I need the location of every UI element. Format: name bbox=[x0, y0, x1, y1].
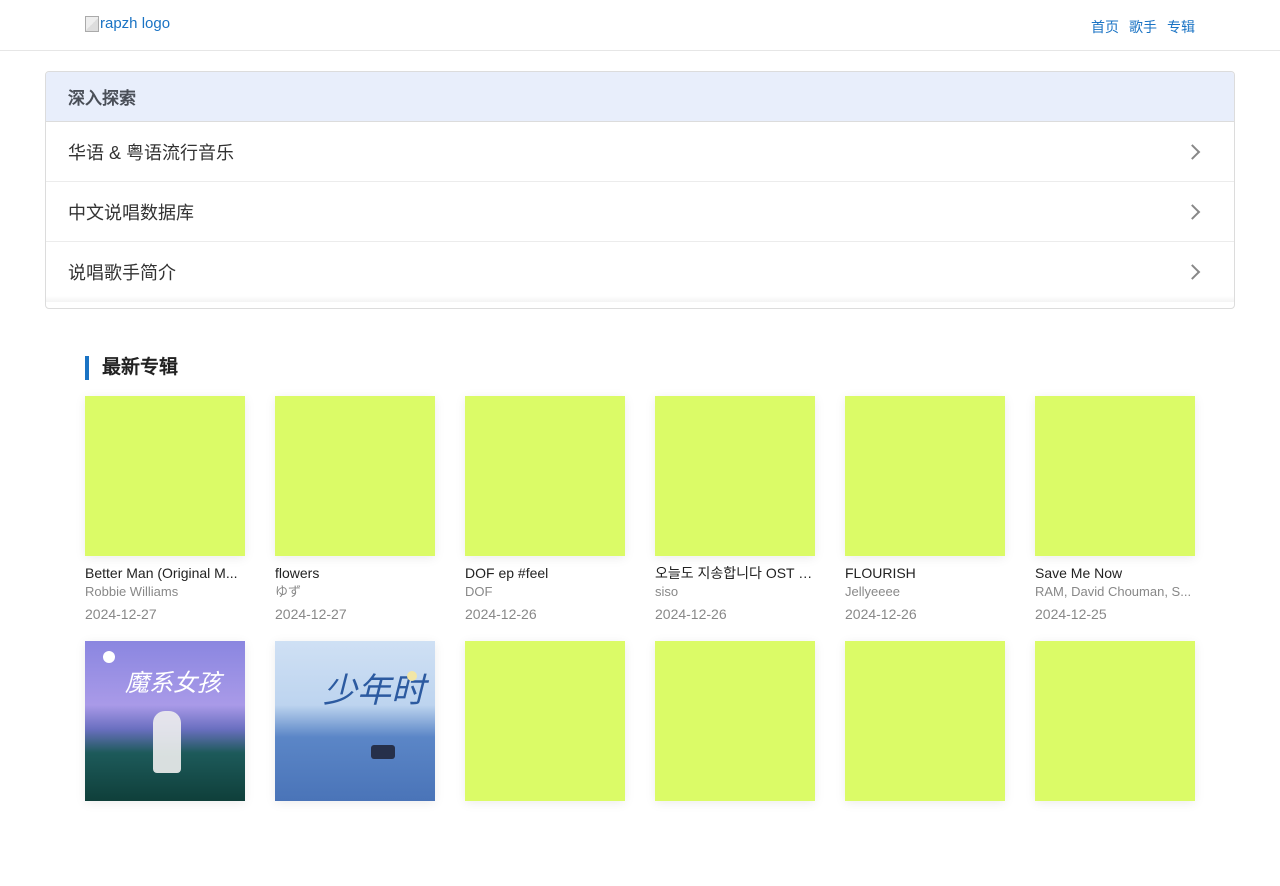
nav-artists-link[interactable]: 歌手 bbox=[1129, 17, 1157, 37]
album-date: 2024-12-27 bbox=[85, 606, 157, 622]
bench-graphic bbox=[371, 745, 395, 759]
album-cover[interactable] bbox=[845, 641, 1005, 801]
explore-item-label: 华语 & 粤语流行音乐 bbox=[68, 142, 235, 163]
album-card[interactable]: Save Me Now RAM, David Chouman, S... 202… bbox=[1035, 396, 1195, 641]
explore-panel-title: 深入探索 bbox=[46, 72, 1234, 122]
album-cover[interactable] bbox=[465, 396, 625, 556]
album-title[interactable]: FLOURISH bbox=[845, 564, 1005, 582]
album-title[interactable]: flowers bbox=[275, 564, 435, 582]
explore-item-rap-database[interactable]: 中文说唱数据库 bbox=[46, 182, 1234, 242]
album-date: 2024-12-26 bbox=[465, 606, 537, 622]
sun-graphic bbox=[407, 671, 417, 681]
album-cover[interactable]: 魔系女孩 bbox=[85, 641, 245, 801]
album-card[interactable]: 少年时 bbox=[275, 641, 435, 886]
album-card[interactable]: FLOURISH Jellyeeee 2024-12-26 bbox=[845, 396, 1005, 641]
album-card[interactable]: DOF ep #feel DOF 2024-12-26 bbox=[465, 396, 625, 641]
album-date: 2024-12-27 bbox=[275, 606, 347, 622]
album-title[interactable]: Save Me Now bbox=[1035, 564, 1195, 582]
album-cover[interactable] bbox=[845, 396, 1005, 556]
chevron-right-icon bbox=[1184, 264, 1201, 280]
album-cover[interactable] bbox=[1035, 641, 1195, 801]
album-card[interactable]: 오늘도 지송합니다 OST P... siso 2024-12-26 bbox=[655, 396, 815, 641]
album-card[interactable] bbox=[465, 641, 625, 886]
album-cover[interactable] bbox=[655, 396, 815, 556]
moon-graphic bbox=[103, 651, 115, 663]
album-title[interactable]: 오늘도 지송합니다 OST P... bbox=[655, 564, 815, 582]
album-card[interactable]: Better Man (Original M... Robbie William… bbox=[85, 396, 245, 641]
album-artist[interactable]: DOF bbox=[465, 583, 625, 601]
broken-image-icon bbox=[85, 15, 99, 32]
album-artist[interactable]: Robbie Williams bbox=[85, 583, 245, 601]
album-date: 2024-12-25 bbox=[1035, 606, 1107, 622]
explore-item-rapper-bios[interactable]: 说唱歌手简介 bbox=[46, 242, 1234, 302]
album-cover[interactable]: 少年时 bbox=[275, 641, 435, 801]
album-card[interactable]: flowers ゆず 2024-12-27 bbox=[275, 396, 435, 641]
album-date: 2024-12-26 bbox=[845, 606, 917, 622]
album-card[interactable] bbox=[655, 641, 815, 886]
explore-item-label: 说唱歌手简介 bbox=[68, 263, 176, 283]
album-artist[interactable]: ゆず bbox=[275, 583, 435, 601]
chevron-right-icon bbox=[1184, 143, 1201, 160]
album-cover[interactable] bbox=[655, 641, 815, 801]
album-title[interactable]: Better Man (Original M... bbox=[85, 564, 245, 582]
explore-item-pop[interactable]: 华语 & 粤语流行音乐 bbox=[46, 122, 1234, 182]
album-cover[interactable] bbox=[465, 641, 625, 801]
logo-alt-text: rapzh logo bbox=[100, 15, 171, 32]
album-card[interactable] bbox=[1035, 641, 1195, 886]
album-artist[interactable]: Jellyeeee bbox=[845, 583, 1005, 601]
album-cover[interactable] bbox=[1035, 396, 1195, 556]
cover-title-art: 魔系女孩 bbox=[125, 669, 221, 697]
explore-panel: 深入探索 华语 & 粤语流行音乐 中文说唱数据库 说唱歌手简介 bbox=[45, 71, 1235, 309]
album-card[interactable]: 魔系女孩 bbox=[85, 641, 245, 886]
album-cover[interactable] bbox=[85, 396, 245, 556]
latest-albums-heading: 最新专辑 bbox=[85, 356, 178, 380]
album-date: 2024-12-26 bbox=[655, 606, 727, 622]
nav-home-link[interactable]: 首页 bbox=[1091, 17, 1119, 37]
chevron-right-icon bbox=[1184, 203, 1201, 220]
explore-item-label: 中文说唱数据库 bbox=[68, 202, 194, 223]
site-logo[interactable]: rapzh logo bbox=[85, 15, 170, 32]
album-artist[interactable]: siso bbox=[655, 583, 815, 601]
album-grid: Better Man (Original M... Robbie William… bbox=[85, 396, 1195, 886]
nav-albums-link[interactable]: 专辑 bbox=[1167, 17, 1195, 37]
album-title[interactable]: DOF ep #feel bbox=[465, 564, 625, 582]
album-cover[interactable] bbox=[275, 396, 435, 556]
album-card[interactable] bbox=[845, 641, 1005, 886]
album-artist[interactable]: RAM, David Chouman, S... bbox=[1035, 583, 1195, 601]
main-nav: 首页 歌手 专辑 bbox=[1091, 17, 1195, 37]
top-header: rapzh logo 首页 歌手 专辑 bbox=[0, 0, 1280, 51]
figure-graphic bbox=[153, 711, 181, 773]
